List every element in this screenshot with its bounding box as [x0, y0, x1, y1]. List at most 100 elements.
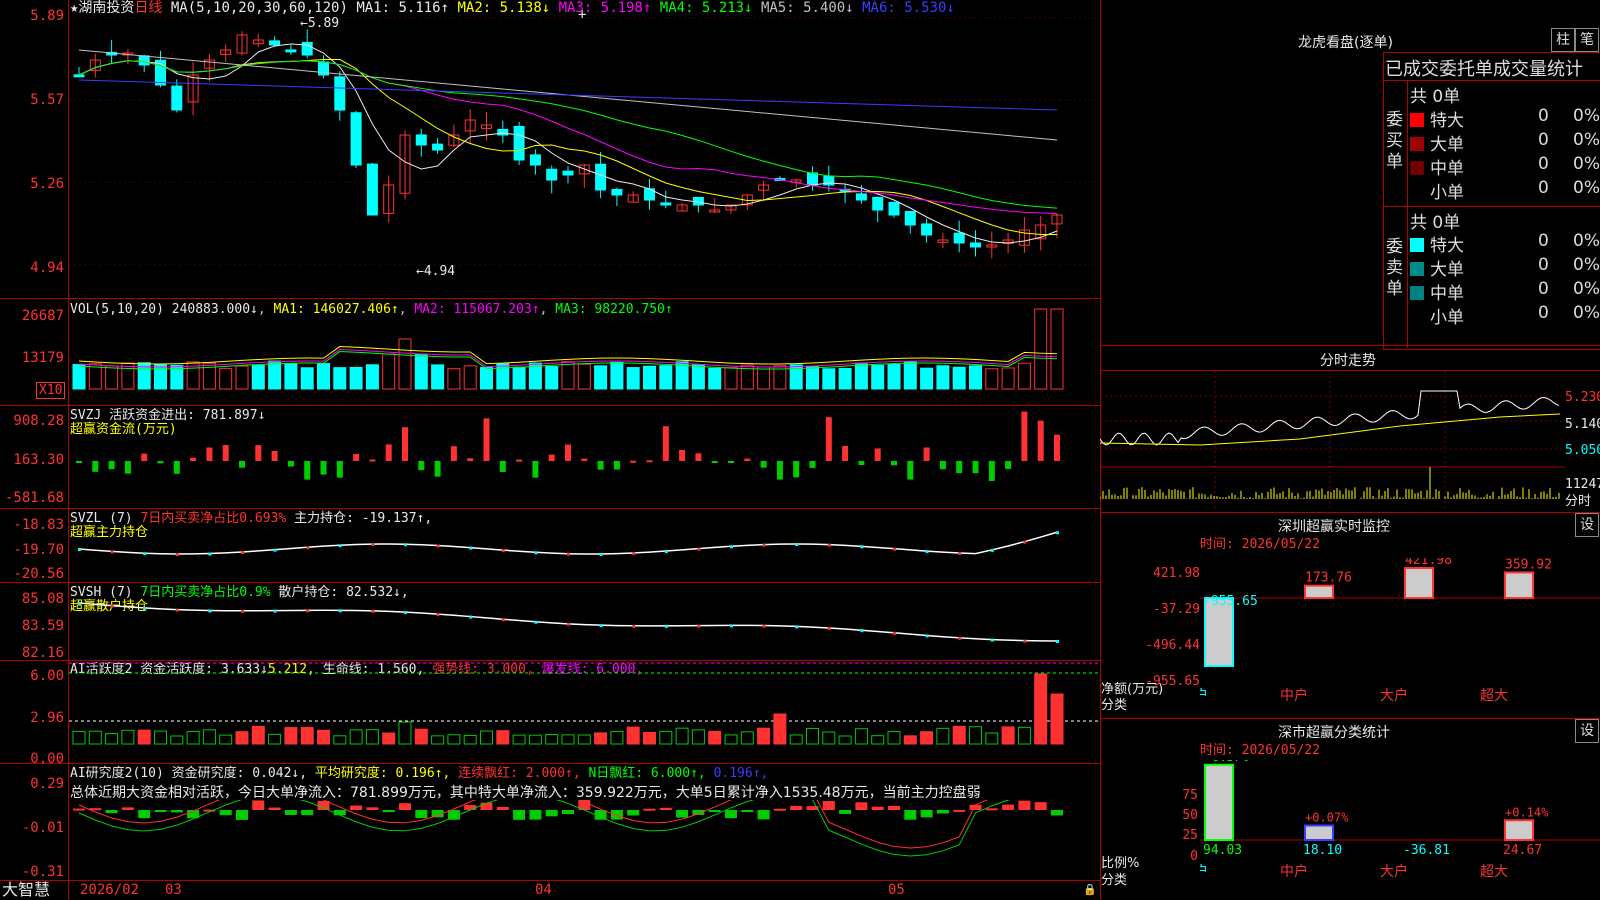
order-count: 0 — [1538, 130, 1549, 150]
volume-bar — [936, 365, 950, 390]
activity-bar — [985, 732, 999, 745]
price-tick: 4.94 — [30, 260, 64, 276]
low-price-mark: ←4.94 — [416, 264, 456, 279]
order-count: 0 — [1538, 303, 1549, 323]
svzj-tick: -581.68 — [4, 490, 64, 506]
sz-class-ratio-chart[interactable]: -0.37% 94.03 散户 +0.07% 18.10 中户 -36.81 大户 +0.14%… — [1200, 760, 1600, 900]
volume-bar — [757, 366, 771, 390]
order-pct: 0% — [1573, 231, 1600, 251]
lock-icon[interactable]: 🔒 — [1083, 882, 1097, 897]
svzl-tick: -20.56 — [13, 566, 64, 582]
net-flow-label: 173.76 — [1305, 571, 1352, 586]
volume-bar — [724, 367, 738, 390]
activity-bar — [398, 721, 412, 745]
data-point — [338, 544, 342, 548]
sz-monitor-time: 时间: 2026/05/22 — [1200, 537, 1320, 552]
divider — [1407, 80, 1408, 348]
activity-bar — [577, 734, 591, 745]
net-flow-label: 421.98 — [1405, 558, 1452, 568]
activity-bar — [659, 730, 673, 745]
activity-bar — [545, 734, 559, 745]
volume-bar — [1034, 308, 1048, 390]
flow-bar — [483, 418, 490, 461]
volume-bar — [333, 367, 347, 390]
flow-bar — [662, 426, 669, 461]
volume-bar — [1017, 362, 1031, 390]
order-row-name: 特大 — [1410, 231, 1464, 256]
data-point — [241, 609, 244, 613]
sz-monitor-settings-button[interactable]: 设 — [1575, 513, 1599, 537]
research-bar — [839, 810, 852, 814]
candlestick-chart[interactable] — [69, 0, 1100, 298]
brand-logo: 大智慧 — [2, 880, 51, 899]
volume-bar — [1001, 367, 1015, 390]
sz-class-settings-button[interactable]: 设 — [1575, 719, 1599, 743]
divider — [1100, 345, 1600, 346]
flow-bar — [467, 458, 474, 461]
research-bar — [773, 808, 786, 811]
research-bar — [529, 810, 542, 820]
flow-bar — [499, 461, 506, 472]
retail-holding-chart[interactable] — [69, 583, 1100, 660]
ai-research-chart[interactable] — [69, 800, 1100, 880]
data-point — [860, 629, 864, 633]
flow-bar — [858, 461, 865, 466]
intraday-tick: 5.230 — [1565, 390, 1600, 405]
data-point — [567, 622, 570, 626]
fund-flow-chart[interactable] — [69, 406, 1100, 508]
volume-bar — [251, 364, 265, 390]
ai-activity-chart[interactable] — [69, 661, 1100, 763]
candle-body — [546, 168, 558, 181]
sz-monitor-tick: -37.29 — [1153, 602, 1200, 617]
flow-bar — [988, 461, 995, 481]
research-bar — [1002, 804, 1015, 810]
volume-bar — [235, 365, 249, 390]
research-bar — [920, 810, 933, 818]
activity-bar — [594, 732, 608, 745]
research-bar — [888, 805, 900, 810]
research-bar — [676, 810, 689, 818]
research-bar — [382, 810, 395, 813]
research-bar — [610, 810, 623, 820]
volume-bar — [317, 363, 330, 390]
flow-bar — [597, 461, 604, 470]
svsh-tick: 85.08 — [21, 591, 64, 607]
volume-bar — [268, 360, 282, 390]
vol-unit-badge[interactable]: X10 — [36, 382, 66, 399]
intraday-chart[interactable] — [1100, 371, 1565, 511]
main-force-holding-chart[interactable] — [69, 509, 1100, 582]
activity-bar — [382, 732, 396, 745]
volume-bar — [806, 365, 819, 390]
flow-bar — [695, 453, 702, 461]
dragon-subtitle: 已成交委托单成交量统计 — [1385, 59, 1583, 80]
activity-bar — [105, 733, 119, 745]
sz-net-flow-chart[interactable]: -955.65 散户 173.76 中户 421.98 大户 359.92 超大 — [1200, 558, 1600, 718]
order-row-name: 特大 — [1410, 106, 1464, 131]
candle-body — [366, 163, 378, 216]
data-point — [338, 609, 342, 613]
flow-bar — [320, 461, 327, 475]
sz-class-tick: 25 — [1182, 828, 1198, 843]
flow-bar — [939, 461, 946, 470]
flow-bar — [450, 446, 457, 461]
activity-bar — [643, 731, 656, 745]
research-bar — [399, 803, 411, 810]
volume-bar — [72, 364, 86, 390]
research-bar — [936, 810, 949, 814]
flow-bar — [1054, 434, 1060, 461]
divider — [1100, 718, 1600, 719]
color-swatch — [1410, 113, 1424, 127]
bar-mode-button[interactable]: 柱 — [1551, 28, 1575, 52]
order-pct: 0% — [1573, 279, 1600, 299]
volume-chart[interactable] — [69, 299, 1100, 405]
flow-bar — [222, 445, 229, 461]
activity-bar — [920, 731, 934, 745]
activity-bar — [1050, 693, 1064, 745]
research-bar — [154, 810, 167, 812]
activity-bar — [952, 725, 966, 745]
research-bar — [985, 808, 998, 811]
net-flow-label: -955.65 — [1203, 594, 1258, 609]
tick-mode-button[interactable]: 笔 — [1575, 28, 1599, 52]
sz-class-title: 深市超赢分类统计 — [1278, 725, 1390, 741]
sz-monitor-tick: -496.44 — [1145, 638, 1200, 653]
